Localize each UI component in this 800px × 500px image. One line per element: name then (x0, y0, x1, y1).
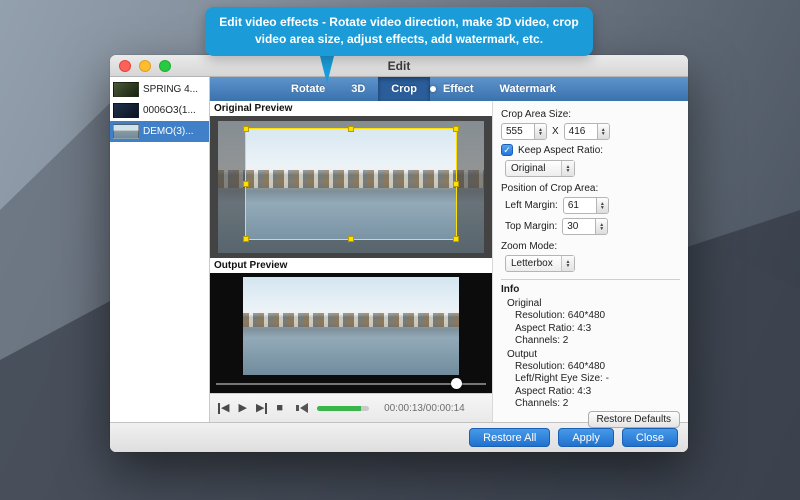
seek-track (216, 383, 486, 385)
window-title: Edit (110, 55, 688, 76)
aspect-ratio-select[interactable]: Original ▲▼ (505, 160, 575, 177)
original-preview (210, 116, 492, 258)
volume-fill (317, 406, 361, 411)
info-line: Channels: 2 (515, 335, 680, 348)
top-margin-value: 30 (563, 221, 595, 232)
close-button[interactable]: Close (622, 428, 678, 447)
apply-button[interactable]: Apply (558, 428, 614, 447)
preview-column: Original Preview (210, 101, 493, 422)
volume-slider[interactable] (317, 406, 369, 411)
crop-handle[interactable] (453, 181, 459, 187)
crop-handle[interactable] (243, 181, 249, 187)
crop-handle[interactable] (348, 126, 354, 132)
video-thumbnail (113, 82, 139, 97)
crop-width-input[interactable]: 555 ▲▼ (501, 123, 547, 140)
position-label: Position of Crop Area: (501, 183, 680, 194)
crop-settings-panel: Crop Area Size: 555 ▲▼ X 416 ▲▼ ✓ (493, 101, 688, 422)
keep-aspect-checkbox[interactable]: ✓ (501, 144, 513, 156)
crop-handle[interactable] (453, 126, 459, 132)
edit-window: Edit SPRING 4... 0006O3(1... DEMO(3)... … (110, 55, 688, 452)
video-scene-buildings (243, 313, 459, 327)
volume-icon[interactable] (300, 403, 308, 413)
list-item-label: DEMO(3)... (143, 126, 194, 137)
crop-width-value: 555 (502, 126, 534, 137)
playback-controls: ◀ ▶ ▶ ■ 00:00:13/00:00:14 (210, 393, 492, 422)
zoom-mode-label: Zoom Mode: (501, 241, 680, 252)
titlebar[interactable]: Edit (110, 55, 688, 77)
original-preview-label: Original Preview (210, 101, 492, 116)
zoom-mode-value: Letterbox (511, 258, 557, 269)
output-preview-label: Output Preview (210, 258, 492, 273)
stop-icon[interactable]: ■ (276, 403, 283, 414)
list-item[interactable]: SPRING 4... (110, 79, 209, 100)
stepper-icon[interactable]: ▲▼ (595, 219, 607, 234)
aspect-ratio-value: Original (511, 163, 557, 174)
callout-text: Edit video effects - Rotate video direct… (219, 15, 578, 46)
info-line: Left/Right Eye Size: - (515, 373, 680, 386)
tab-effect[interactable]: Effect (430, 77, 487, 101)
keep-aspect-label: Keep Aspect Ratio: (518, 145, 603, 156)
stepper-icon[interactable]: ▲▼ (596, 198, 608, 213)
skip-back-icon[interactable]: ◀ (218, 403, 229, 414)
output-preview (210, 273, 492, 393)
seek-slider[interactable] (216, 378, 486, 390)
dimension-separator: X (552, 126, 559, 137)
seek-knob[interactable] (451, 378, 462, 389)
tab-watermark[interactable]: Watermark (487, 77, 569, 101)
info-line: Aspect Ratio: 4:3 (515, 323, 680, 336)
video-thumbnail (113, 124, 139, 139)
info-line: Resolution: 640*480 (515, 361, 680, 374)
list-item-label: SPRING 4... (143, 84, 198, 95)
callout-pointer-dot (430, 86, 436, 92)
info-line: Channels: 2 (515, 398, 680, 411)
tab-crop[interactable]: Crop (378, 77, 430, 101)
list-item-selected[interactable]: DEMO(3)... (110, 121, 209, 142)
top-margin-label: Top Margin: (505, 221, 557, 232)
sidebar-file-list: SPRING 4... 0006O3(1... DEMO(3)... (110, 77, 210, 422)
crop-handle[interactable] (243, 126, 249, 132)
dropdown-arrows-icon: ▲▼ (561, 256, 574, 271)
tab-3d[interactable]: 3D (338, 77, 378, 101)
info-line: Resolution: 640*480 (515, 310, 680, 323)
original-video-frame (218, 121, 484, 253)
crop-area-size-label: Crop Area Size: (501, 109, 680, 120)
output-video-frame (243, 277, 459, 375)
skip-forward-icon[interactable]: ▶ (256, 403, 267, 414)
stepper-icon[interactable]: ▲▼ (597, 124, 609, 139)
restore-defaults-button[interactable]: Restore Defaults (588, 411, 680, 428)
crop-area[interactable] (245, 128, 458, 240)
crop-height-input[interactable]: 416 ▲▼ (564, 123, 610, 140)
info-line: Aspect Ratio: 4:3 (515, 386, 680, 399)
info-original-title: Original (507, 297, 680, 310)
restore-all-button[interactable]: Restore All (469, 428, 550, 447)
video-thumbnail (113, 103, 139, 118)
info-title: Info (501, 284, 680, 295)
dropdown-arrows-icon: ▲▼ (561, 161, 574, 176)
list-item[interactable]: 0006O3(1... (110, 100, 209, 121)
play-icon[interactable]: ▶ (238, 403, 246, 414)
left-margin-label: Left Margin: (505, 200, 558, 211)
callout-tooltip: Edit video effects - Rotate video direct… (205, 7, 593, 56)
info-output-title: Output (507, 348, 680, 361)
playback-time: 00:00:13/00:00:14 (384, 403, 465, 414)
divider (501, 279, 680, 280)
stepper-icon[interactable]: ▲▼ (534, 124, 546, 139)
crop-handle[interactable] (243, 236, 249, 242)
tab-bar: Rotate 3D Crop Effect Watermark (210, 77, 688, 101)
zoom-mode-select[interactable]: Letterbox ▲▼ (505, 255, 575, 272)
crop-handle[interactable] (348, 236, 354, 242)
top-margin-input[interactable]: 30 ▲▼ (562, 218, 608, 235)
crop-height-value: 416 (565, 126, 597, 137)
left-margin-input[interactable]: 61 ▲▼ (563, 197, 609, 214)
left-margin-value: 61 (564, 200, 596, 211)
crop-handle[interactable] (453, 236, 459, 242)
list-item-label: 0006O3(1... (143, 105, 196, 116)
